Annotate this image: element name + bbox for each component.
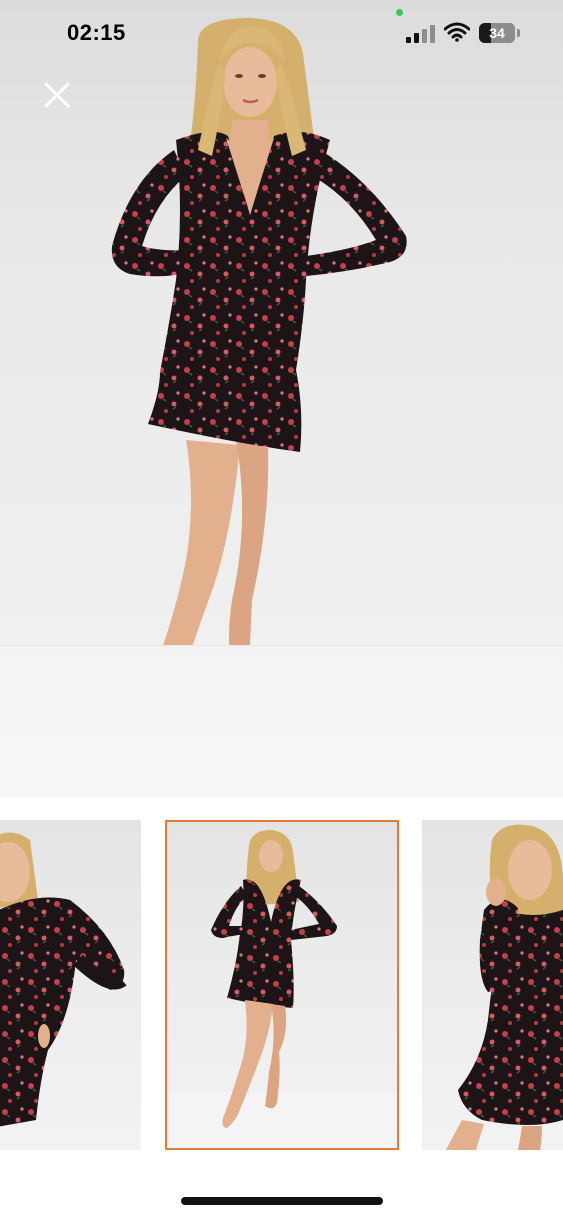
home-indicator[interactable] <box>181 1197 383 1205</box>
close-icon[interactable] <box>38 76 76 114</box>
clock: 02:15 <box>67 20 126 45</box>
thumbnail-side-pose[interactable] <box>0 820 141 1150</box>
thumbnail-image <box>446 824 563 1150</box>
thumbnail-image <box>167 830 397 1148</box>
battery-icon: 34 <box>479 23 515 43</box>
thumbnail-strip <box>0 820 563 1152</box>
battery-level: 34 <box>489 25 505 41</box>
studio-floor <box>0 645 563 797</box>
wifi-icon <box>444 22 470 42</box>
thumbnail-image <box>0 832 127 1127</box>
thumbnail-front-full[interactable] <box>165 820 399 1150</box>
battery-nub <box>517 29 520 37</box>
thumbnail-hand-in-hair[interactable] <box>422 820 563 1150</box>
signal-icon <box>406 25 435 43</box>
main-product-image[interactable]: 02:15 34 <box>0 0 563 797</box>
privacy-indicator-dot <box>396 9 403 16</box>
status-bar: 02:15 34 <box>0 0 563 66</box>
